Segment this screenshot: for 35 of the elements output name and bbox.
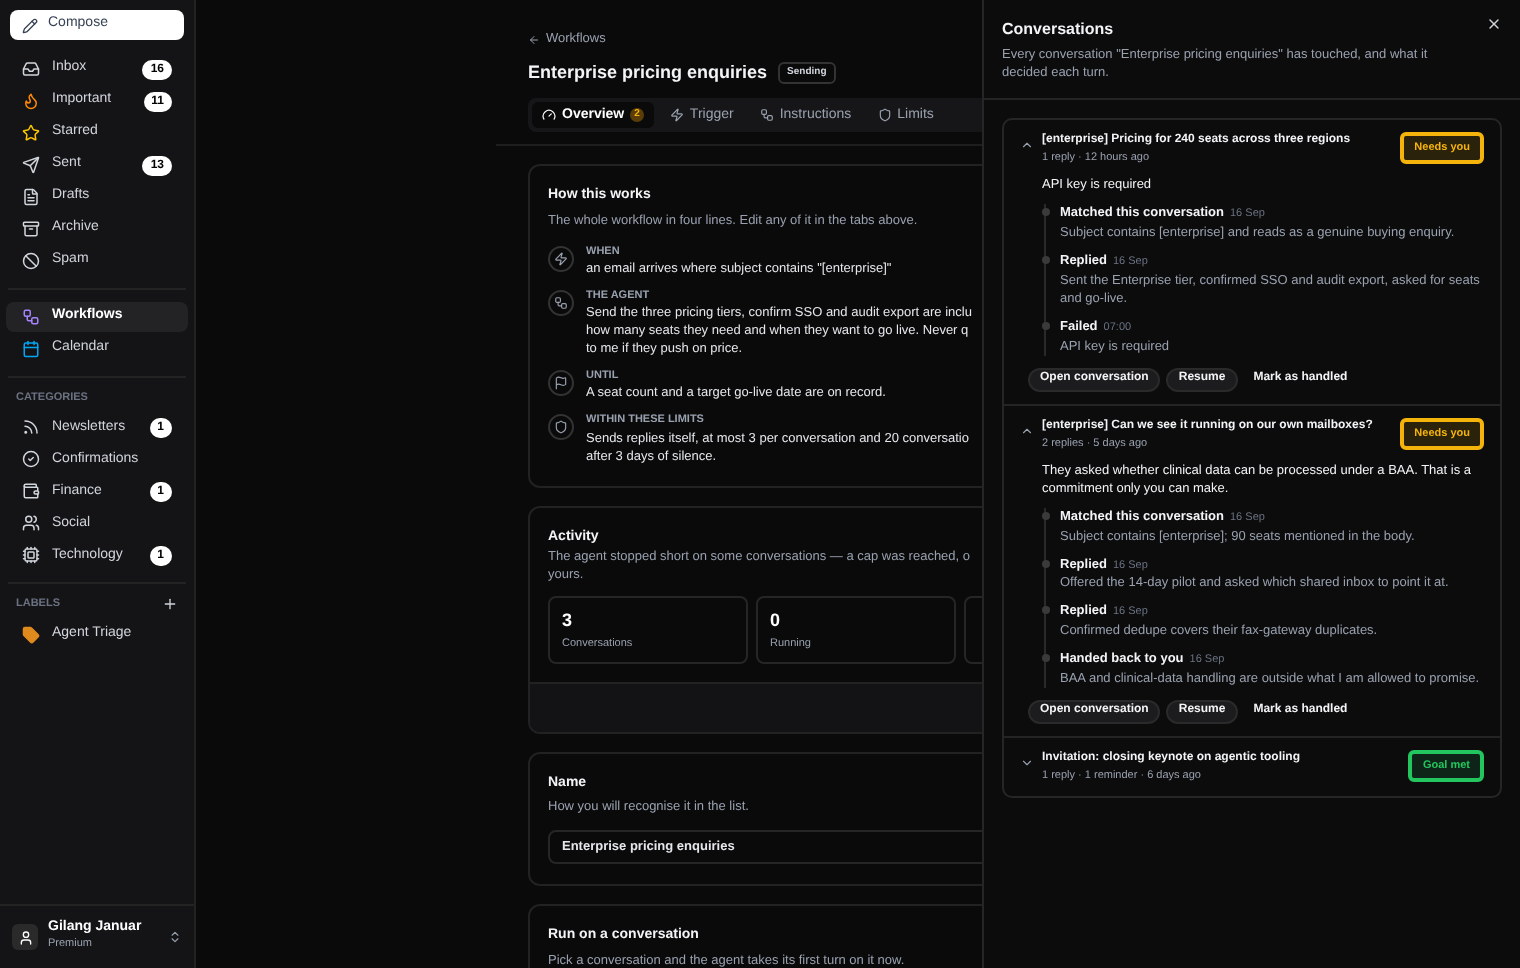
rss-icon [22,418,40,437]
shield-icon [554,420,568,435]
wallet-icon [22,482,40,501]
shield-icon [877,108,892,123]
collapse-icon[interactable] [1020,138,1034,152]
archive-icon [22,220,40,238]
star-icon [22,124,40,142]
stat-value: 0 [770,608,783,634]
people-icon [22,514,40,533]
document-icon [22,188,40,206]
flame-icon [22,92,40,110]
gauge-icon [542,108,556,123]
close-icon[interactable] [1486,16,1502,32]
workflow-icon [554,295,568,310]
page-title: Enterprise pricing enquiries [528,59,768,86]
pencil-icon [22,17,38,33]
back-arrow-icon [528,33,540,46]
chip-icon [22,546,40,565]
zap-icon [669,108,684,123]
workflow-icon [759,108,774,123]
expand-icon[interactable] [1020,755,1034,770]
zap-icon [554,251,568,265]
stat-value: 3 [562,608,575,634]
calendar-icon [22,340,40,358]
sheet-title: Conversations [1002,18,1116,42]
collapse-icon[interactable] [1020,423,1034,437]
flag-icon [554,376,568,390]
workflow-icon [22,308,40,326]
add-icon[interactable] [162,596,178,613]
chevrons-icon[interactable] [168,930,182,944]
ban-icon [22,252,40,270]
avatar [12,924,38,950]
check-circle-icon [22,450,40,469]
inbox-icon [22,60,40,78]
send-icon [22,156,40,174]
